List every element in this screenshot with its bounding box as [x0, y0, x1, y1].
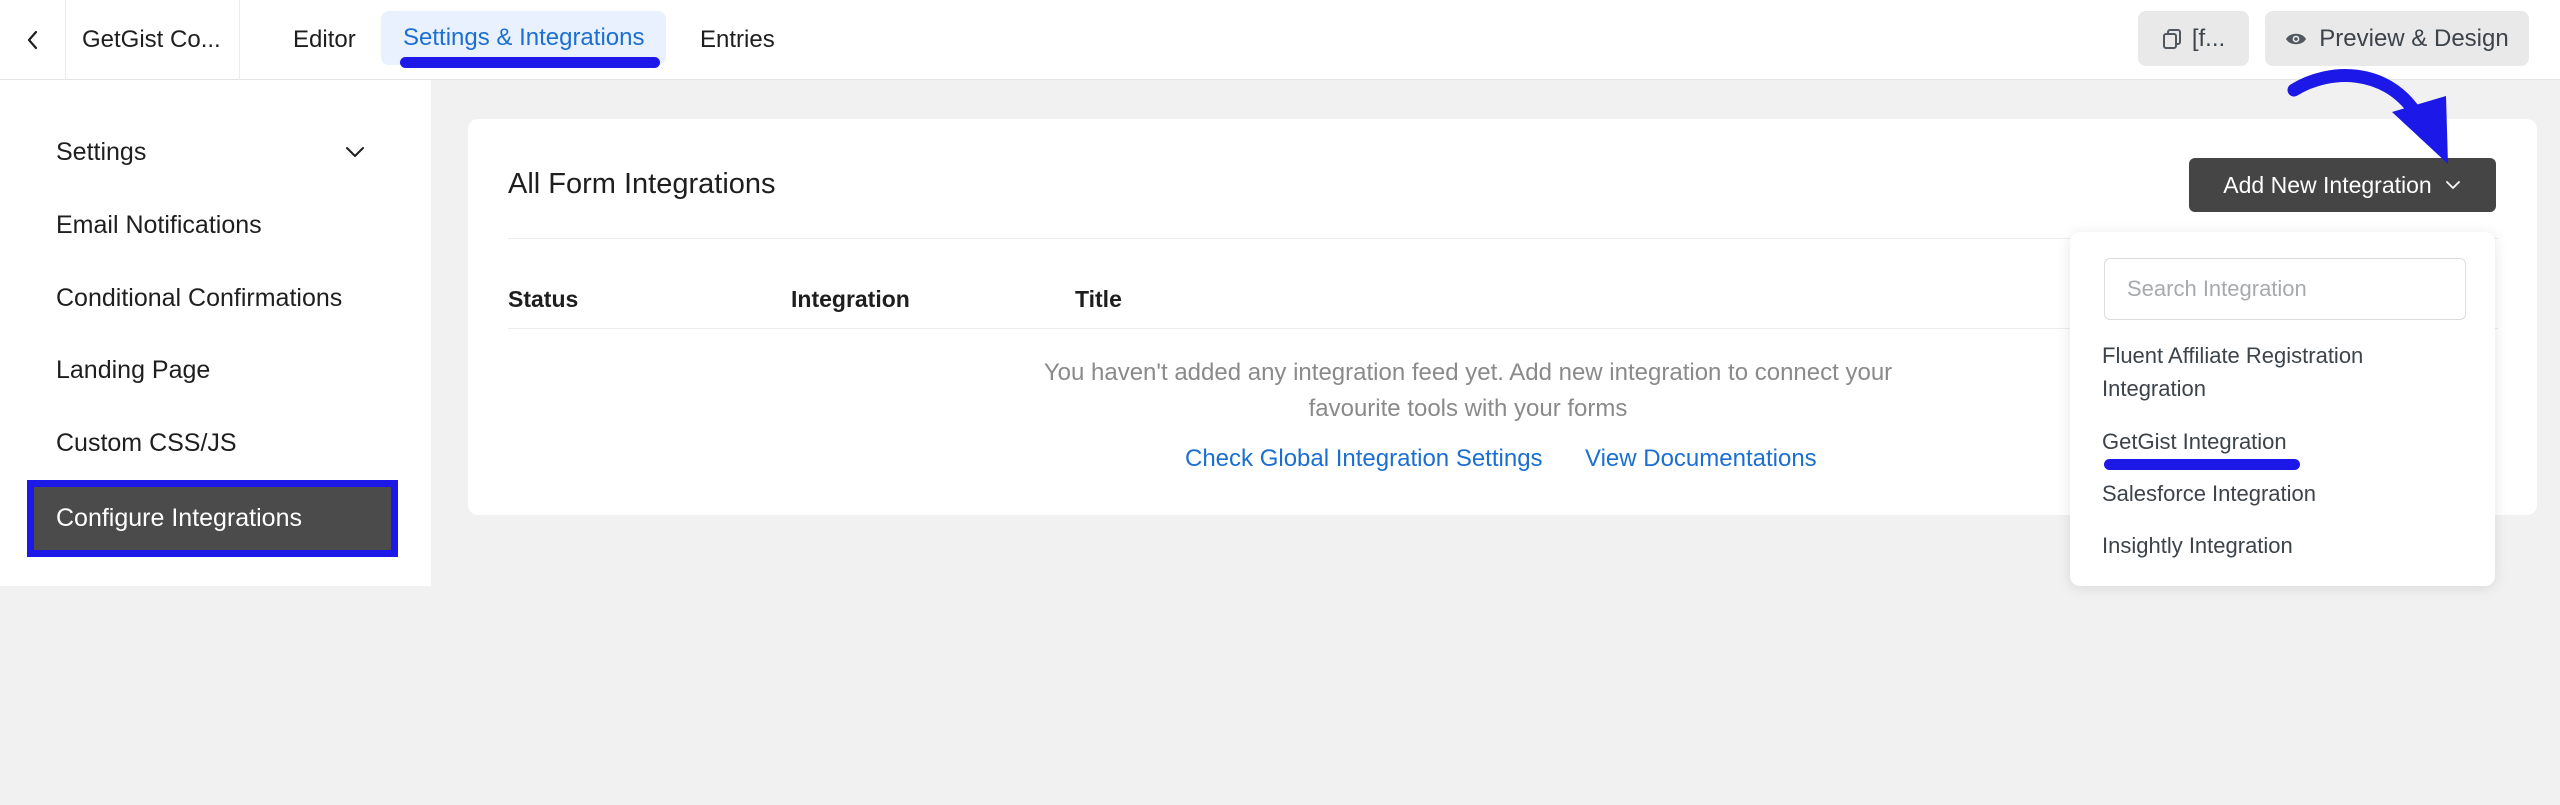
- view-documentations-link[interactable]: View Documentations: [1585, 445, 1817, 473]
- integration-dropdown: Fluent Affiliate Registration Integratio…: [2070, 232, 2495, 586]
- eye-icon: [2286, 33, 2307, 44]
- chevron-down-icon: [2445, 181, 2460, 189]
- sidebar-item-email-notifications[interactable]: Email Notifications: [56, 211, 262, 240]
- curved-arrow-annotation: [2287, 69, 2448, 164]
- form-name: GetGist Co...: [66, 0, 240, 80]
- top-bar: GetGist Co... Editor Settings & Integrat…: [0, 0, 2560, 80]
- sidebar-item-landing-page[interactable]: Landing Page: [56, 356, 210, 385]
- add-integration-label: Add New Integration: [2223, 171, 2432, 198]
- annotation-underline-tab: [400, 57, 660, 68]
- dropdown-item-insightly[interactable]: Insightly Integration: [2102, 529, 2462, 562]
- sidebar-item-settings[interactable]: Settings: [56, 138, 146, 167]
- annotation-underline-getgist: [2104, 459, 2300, 470]
- column-header-integration: Integration: [791, 286, 910, 312]
- back-button[interactable]: [0, 0, 66, 80]
- page-title: All Form Integrations: [508, 168, 776, 200]
- sidebar-item-custom-css-js[interactable]: Custom CSS/JS: [56, 429, 237, 458]
- search-integration-input[interactable]: [2104, 258, 2466, 320]
- preview-label: Preview & Design: [2319, 24, 2509, 52]
- dropdown-item-salesforce[interactable]: Salesforce Integration: [2102, 477, 2462, 510]
- shortcode-label: [f...: [2191, 24, 2226, 52]
- shortcode-button[interactable]: [f...: [2138, 11, 2249, 66]
- chevron-left-icon: [27, 30, 37, 50]
- dropdown-item-fluent-affiliate[interactable]: Fluent Affiliate Registration Integratio…: [2102, 339, 2462, 405]
- empty-state-message: You haven't added any integration feed y…: [1043, 359, 1893, 422]
- dropdown-item-getgist[interactable]: GetGist Integration: [2102, 425, 2462, 458]
- copy-icon: [2162, 28, 2181, 49]
- column-header-status: Status: [508, 286, 579, 312]
- preview-design-button[interactable]: Preview & Design: [2265, 11, 2529, 66]
- sidebar-item-configure-integrations[interactable]: Configure Integrations: [27, 480, 398, 557]
- check-global-settings-link[interactable]: Check Global Integration Settings: [1185, 445, 1543, 473]
- sidebar-item-conditional-confirmations[interactable]: Conditional Confirmations: [56, 284, 342, 313]
- column-header-title: Title: [1075, 286, 1122, 312]
- tab-editor[interactable]: Editor: [293, 0, 356, 80]
- chevron-down-icon[interactable]: [344, 140, 366, 164]
- tab-entries[interactable]: Entries: [700, 0, 775, 80]
